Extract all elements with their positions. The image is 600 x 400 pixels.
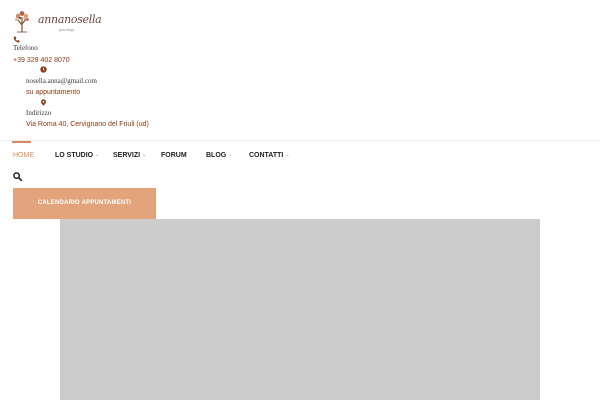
chevron-down-icon: ⌄ — [228, 152, 233, 158]
chevron-down-icon: ⌄ — [285, 152, 290, 158]
search-icon[interactable] — [13, 172, 22, 181]
nav-item-label: SERVIZI — [113, 152, 141, 159]
appointment-text: su appuntamento — [26, 89, 81, 96]
nav-item-forum[interactable]: FORUM — [161, 152, 187, 159]
hero-image — [60, 219, 540, 400]
phone-value[interactable]: +39 329 402 8070 — [13, 57, 70, 64]
logo[interactable]: annanosella psicologa — [12, 8, 102, 34]
nav-item-label: FORUM — [161, 152, 187, 159]
nav-item-blog[interactable]: BLOG ⌄ — [206, 152, 232, 159]
main-nav: HOME LO STUDIO ⌄ SERVIZI ⌄ FORUM BLOG ⌄ CON… — [0, 141, 600, 171]
chevron-down-icon: ⌄ — [142, 152, 147, 158]
nav-item-lo-studio[interactable]: LO STUDIO ⌄ — [55, 152, 99, 159]
logo-wordmark: annanosella — [38, 13, 102, 26]
nav-item-label: CONTATTI — [249, 152, 284, 159]
nav-item-servizi[interactable]: SERVIZI ⌄ — [113, 152, 146, 159]
address-label: Indirizzo — [26, 109, 52, 117]
nav-item-label: LO STUDIO — [55, 152, 94, 159]
email-value[interactable]: nosella.anna@gmail.com — [26, 78, 97, 85]
logo-subtext: psicologa — [59, 27, 75, 32]
active-indicator — [12, 141, 31, 143]
chevron-down-icon: ⌄ — [95, 152, 100, 158]
nav-item-label: HOME — [13, 152, 34, 159]
location-pin-icon — [41, 99, 46, 106]
clock-icon — [40, 66, 47, 73]
calendario-appuntamenti-button[interactable]: CALENDARIO APPUNTAMENTI — [13, 188, 156, 219]
nav-item-contatti[interactable]: CONTATTI ⌄ — [249, 152, 290, 159]
phone-icon — [13, 36, 20, 43]
page: annanosella psicologa Telefono +39 329 4… — [0, 0, 600, 400]
nav-item-label: BLOG — [206, 152, 227, 159]
nav-item-home[interactable]: HOME — [13, 152, 34, 159]
phone-label: Telefono — [13, 44, 38, 52]
address-value[interactable]: Via Roma 40, Cervignano del Friuli (ud) — [26, 121, 149, 128]
